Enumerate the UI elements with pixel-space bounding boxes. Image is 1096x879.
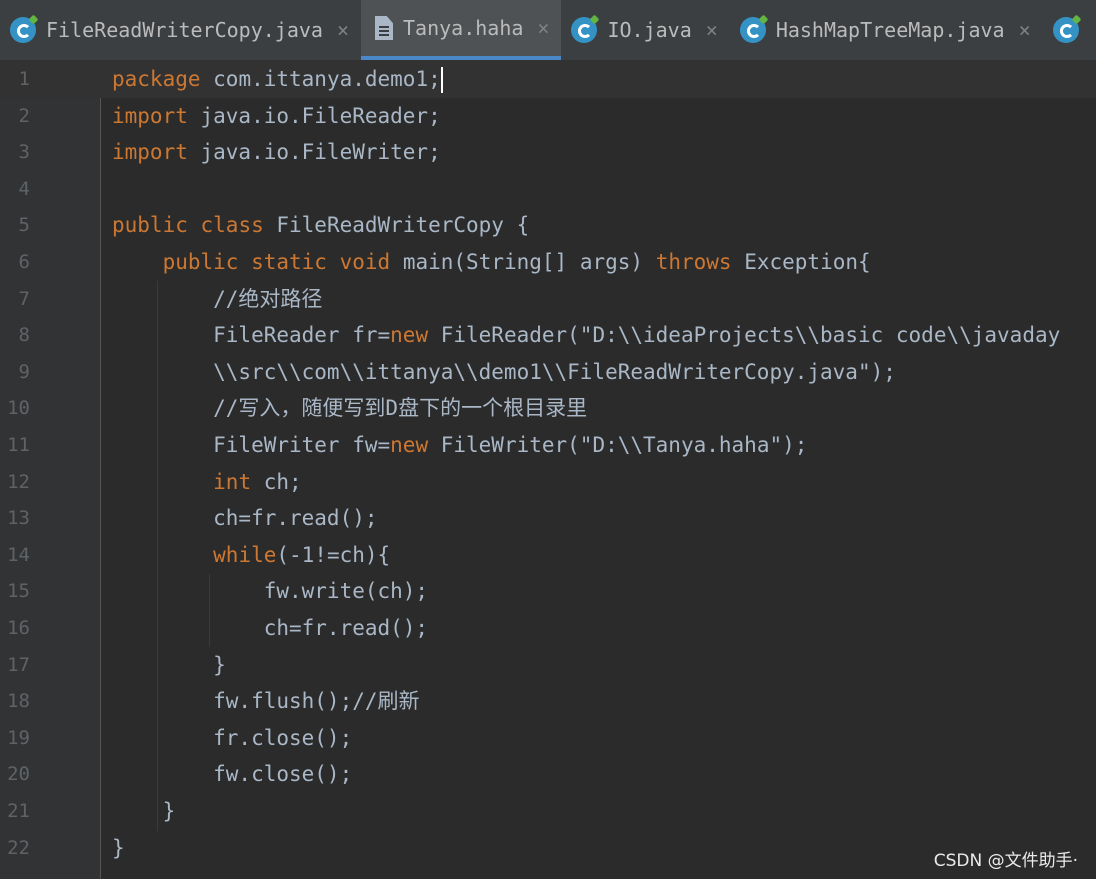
close-icon[interactable]: ×: [337, 18, 349, 42]
code-line[interactable]: 16 ch=fr.read();: [0, 610, 1096, 647]
code-line[interactable]: 20 fw.close();: [0, 756, 1096, 793]
line-number: 13: [7, 507, 30, 530]
code-text: fw.write(ch);: [112, 579, 429, 604]
code-text: fr.close();: [112, 725, 353, 750]
code-line[interactable]: 17 }: [0, 647, 1096, 684]
java-class-icon: [571, 17, 598, 43]
code-line[interactable]: 3 import java.io.FileWriter;: [0, 134, 1096, 171]
line-number: 16: [7, 617, 30, 639]
code-editor[interactable]: 1 package com.ittanya.demo1; 2 import java.…: [0, 61, 1096, 879]
tab-label: Tanya.haha: [403, 16, 524, 40]
tab-label: HashMapTreeMap.java: [775, 18, 1005, 42]
line-number: 5: [18, 214, 30, 237]
code-line[interactable]: 11 FileWriter fw=new FileWriter("D:\\Tan…: [0, 427, 1096, 464]
code-line[interactable]: 22}: [0, 830, 1096, 867]
line-number: 17: [7, 653, 30, 676]
line-number: 12: [7, 470, 30, 493]
code-text: }: [112, 835, 125, 860]
tab-label: FileReadWriterCopy.java: [46, 18, 323, 42]
code-text: FileReader fr=new FileReader("D:\\ideaPr…: [112, 323, 1061, 348]
close-icon[interactable]: ×: [1019, 18, 1031, 42]
line-number: 15: [7, 580, 30, 603]
line-number: 14: [7, 543, 30, 566]
line-number: 6: [18, 251, 30, 273]
tab-label: IO.java: [607, 18, 692, 42]
line-number: 2: [18, 104, 30, 127]
code-line[interactable]: 10 //写入，随便写到D盘下的一个根目录里: [0, 390, 1096, 427]
code-text: fw.close();: [112, 762, 353, 787]
code-line[interactable]: 14 while(-1!=ch){: [0, 537, 1096, 574]
code-line[interactable]: 5 public class FileReadWriterCopy {: [0, 207, 1096, 244]
indent-guide: [209, 574, 210, 647]
line-number: 11: [7, 434, 30, 456]
code-text: ch=fr.read();: [112, 616, 429, 640]
code-text: }: [112, 652, 226, 677]
line-number: 1: [18, 68, 30, 90]
tab-io[interactable]: IO.java ×: [561, 0, 729, 60]
code-line[interactable]: 13 ch=fr.read();: [0, 500, 1096, 537]
code-line[interactable]: 9 \\src\\com\\ittanya\\demo1\\FileReadWr…: [0, 354, 1096, 391]
line-number: 8: [18, 324, 30, 347]
editor-tab-bar: FileReadWriterCopy.java × Tanya.haha × I…: [0, 0, 1096, 61]
text-caret: [440, 67, 443, 93]
java-class-icon: [1052, 17, 1079, 43]
indent-guide: [157, 281, 158, 831]
code-text: //写入，随便写到D盘下的一个根目录里: [112, 396, 588, 421]
code-text: public class FileReadWriterCopy {: [112, 213, 530, 238]
code-line[interactable]: 2 import java.io.FileReader;: [0, 98, 1096, 135]
code-line[interactable]: 15 fw.write(ch);: [0, 573, 1096, 610]
close-icon[interactable]: ×: [537, 16, 549, 40]
code-text: int ch;: [213, 469, 302, 494]
code-line[interactable]: 21 }: [0, 793, 1096, 830]
watermark: CSDN @文件助手·: [933, 851, 1078, 871]
code-text: while(-1!=ch){: [213, 542, 391, 567]
code-line[interactable]: 8 FileReader fr=new FileReader("D:\\idea…: [0, 317, 1096, 354]
line-number: 4: [18, 177, 30, 200]
code-text: fw.flush();//刷新: [112, 689, 420, 714]
tab-overflow[interactable]: [1043, 0, 1096, 60]
line-number: 21: [7, 800, 30, 822]
code-line[interactable]: 1 package com.ittanya.demo1;: [0, 61, 1096, 98]
line-number: 7: [18, 287, 30, 310]
line-number: 18: [7, 690, 30, 713]
code-text: import java.io.FileReader;: [112, 103, 441, 128]
java-class-icon: [739, 17, 766, 43]
close-icon[interactable]: ×: [706, 18, 718, 42]
tab-filereadwritercopy[interactable]: FileReadWriterCopy.java ×: [0, 0, 361, 60]
code-text: \\src\\com\\ittanya\\demo1\\FileReadWrit…: [112, 359, 896, 384]
tab-tanya-haha[interactable]: Tanya.haha ×: [361, 0, 562, 60]
line-number: 19: [7, 726, 30, 749]
code-text: ch=fr.read();: [112, 506, 378, 531]
tab-hashmaptreemap[interactable]: HashMapTreeMap.java ×: [730, 0, 1043, 60]
code-line[interactable]: 7 //绝对路径: [0, 281, 1096, 318]
code-text: }: [112, 799, 176, 823]
code-text: public static void main(String[] args) t…: [162, 250, 871, 274]
line-number: 9: [18, 360, 30, 383]
code-line[interactable]: 6 public static void main(String[] args)…: [0, 244, 1096, 281]
line-number: 3: [18, 141, 30, 164]
code-line[interactable]: 19 fr.close();: [0, 720, 1096, 757]
line-number: 10: [7, 397, 30, 420]
code-line[interactable]: 18 fw.flush();//刷新: [0, 683, 1096, 720]
code-text: FileWriter fw=new FileWriter("D:\\Tanya.…: [112, 433, 808, 457]
line-number: 20: [7, 763, 30, 786]
java-class-icon: [10, 17, 36, 43]
text-file-icon: [375, 16, 393, 40]
code-line[interactable]: 4: [0, 171, 1096, 208]
code-text: //绝对路径: [112, 286, 323, 311]
code-text: package com.ittanya.demo1;: [112, 67, 443, 93]
code-text: import java.io.FileWriter;: [112, 140, 441, 165]
line-number: 22: [7, 836, 30, 859]
code-line[interactable]: 12 int ch;: [0, 464, 1096, 501]
